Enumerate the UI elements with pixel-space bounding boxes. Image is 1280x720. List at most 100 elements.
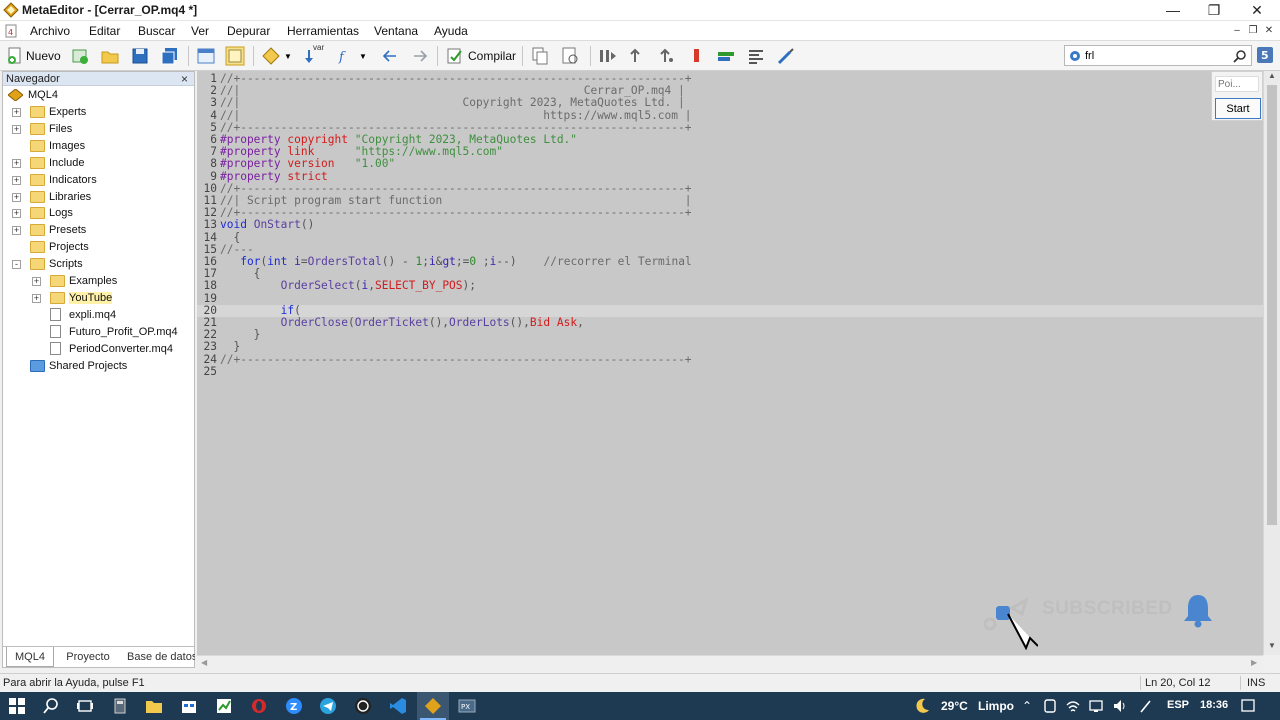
menu-buscar[interactable]: Buscar [138,24,175,38]
debug-pause-icon[interactable] [657,46,677,66]
weather-condition[interactable]: Limpo [978,699,1014,713]
code-text[interactable]: void OnStart() [220,219,314,231]
menu-depurar[interactable]: Depurar [227,24,270,38]
clock-time[interactable]: 18:36 [1200,699,1228,711]
expand-icon[interactable]: + [32,277,41,286]
code-text[interactable]: } [220,341,240,353]
maximize-button[interactable]: ❐ [1191,0,1237,21]
styler-icon[interactable] [746,46,766,66]
compile-icon[interactable] [445,46,465,66]
mdi-restore-button[interactable]: ❐ [1246,24,1260,38]
menu-ver[interactable]: Ver [191,24,209,38]
metaquotes-market-icon[interactable] [261,46,281,66]
language-indicator[interactable]: ESP [1167,699,1189,711]
search-settings-icon[interactable] [1068,49,1082,63]
calculator-icon[interactable] [111,697,129,715]
tree-item[interactable]: - Scripts [3,256,193,273]
code-line[interactable]: 7 #property link "https://www.mql5.com" [197,146,1263,158]
code-text[interactable]: { [220,231,240,244]
code-text[interactable]: //+-------------------------------------… [220,121,691,134]
tab-mql4[interactable]: MQL4 [6,647,54,667]
store-icon[interactable] [180,697,198,715]
profile-icon[interactable] [716,46,736,66]
scroll-down-icon[interactable]: ▼ [1268,641,1276,650]
function-icon[interactable]: f [336,46,356,66]
back-arrow-icon[interactable] [380,46,400,66]
network-icon[interactable] [1088,697,1104,715]
code-line[interactable]: 24//+-----------------------------------… [197,353,1263,366]
code-line[interactable]: 14 { [197,231,1263,244]
tree-item[interactable]: + YouTube [3,290,193,307]
code-text[interactable]: //+-------------------------------------… [220,207,691,219]
opera-icon[interactable] [250,697,268,715]
code-text[interactable]: #property strict [220,170,328,183]
code-text[interactable]: //+-------------------------------------… [220,353,691,366]
task-view-icon[interactable] [76,697,94,715]
notification-icon[interactable] [1240,697,1256,715]
expand-icon[interactable]: + [12,209,21,219]
menu-herramientas[interactable]: Herramientas [287,24,359,38]
new-project-icon[interactable] [70,46,90,66]
scroll-right-icon[interactable]: ▶ [1251,658,1257,667]
code-line[interactable]: 10//+-----------------------------------… [197,182,1263,195]
code-line[interactable]: 9 #property strict [197,170,1263,183]
scroll-left-icon[interactable]: ◀ [201,658,207,667]
code-text[interactable]: if( [220,304,301,317]
code-line[interactable]: 13 void OnStart() [197,219,1263,231]
code-line[interactable]: 23 } [197,341,1263,353]
tree-item[interactable]: + Experts [3,104,193,121]
scroll-up-icon[interactable]: ▲ [1268,71,1276,80]
code-text[interactable]: #property version "1.00" [220,158,395,170]
code-line[interactable]: 1//+------------------------------------… [197,73,1263,85]
debug-stop-icon[interactable] [687,46,707,66]
tree-item[interactable]: Projects [3,239,193,256]
expand-icon[interactable]: + [12,158,21,168]
code-text[interactable]: #property link "https://www.mql5.com" [220,146,503,158]
tree-item[interactable]: Images [3,138,193,155]
expand-icon[interactable]: + [12,192,21,202]
compare-icon[interactable] [560,46,580,66]
debug-history-icon[interactable] [627,46,647,66]
expand-icon[interactable]: + [32,293,41,303]
code-text[interactable]: OrderSelect(i,SELECT_BY_POS); [220,280,476,292]
code-text[interactable]: //| Script program start function | [220,195,691,207]
code-text[interactable]: { [220,268,261,280]
metaeditor-taskbar-icon[interactable] [424,697,442,715]
save-icon[interactable] [130,46,150,66]
obs-icon[interactable] [354,697,372,715]
tree-item[interactable]: Shared Projects [3,358,193,375]
code-line[interactable]: 5//+------------------------------------… [197,121,1263,134]
tree-item[interactable]: Futuro_Profit_OP.mq4 [3,324,193,341]
tab-base-de-datos[interactable]: Base de datos [121,647,195,667]
expand-icon[interactable]: + [12,226,21,236]
new-file-icon[interactable] [5,46,25,66]
menu-editar[interactable]: Editar [89,24,120,38]
code-text[interactable]: //| Cerrar_OP.mq4 | [220,85,685,97]
tree-item[interactable]: + Files [3,121,193,138]
tree-item[interactable]: + Libraries [3,189,193,206]
code-line[interactable]: 11//| Script program start function | [197,195,1263,207]
code-line[interactable]: 2//| Cerrar_OP.mq4 | [197,85,1263,97]
telegram-icon[interactable] [319,697,337,715]
code-line[interactable]: 15//--- [197,243,1263,256]
search-input[interactable] [1085,48,1225,63]
tree-item[interactable]: PeriodConverter.mq4 [3,341,193,358]
code-line[interactable]: 25 [197,365,1263,378]
menu-ventana[interactable]: Ventana [374,24,418,38]
search-icon[interactable] [1233,49,1247,63]
document-icon[interactable]: 4 [4,24,18,38]
windows-start-icon[interactable] [8,697,26,715]
mdi-close-button[interactable]: ✕ [1262,24,1276,38]
taskbar-search-icon[interactable] [42,697,60,715]
forward-arrow-icon[interactable] [410,46,430,66]
volume-icon[interactable] [1112,697,1128,715]
zoom-icon[interactable]: Z [285,697,303,715]
debug-start-icon[interactable] [597,46,617,66]
mdi-minimize-button[interactable]: – [1230,24,1244,38]
tree-item[interactable]: + Examples [3,273,193,290]
menu-ayuda[interactable]: Ayuda [434,24,468,38]
mql5-community-icon[interactable]: 5 [1256,46,1274,64]
brush-icon[interactable] [776,46,796,66]
tree-item[interactable]: + Include [3,155,193,172]
toolbox-toggle-icon[interactable] [225,46,245,66]
